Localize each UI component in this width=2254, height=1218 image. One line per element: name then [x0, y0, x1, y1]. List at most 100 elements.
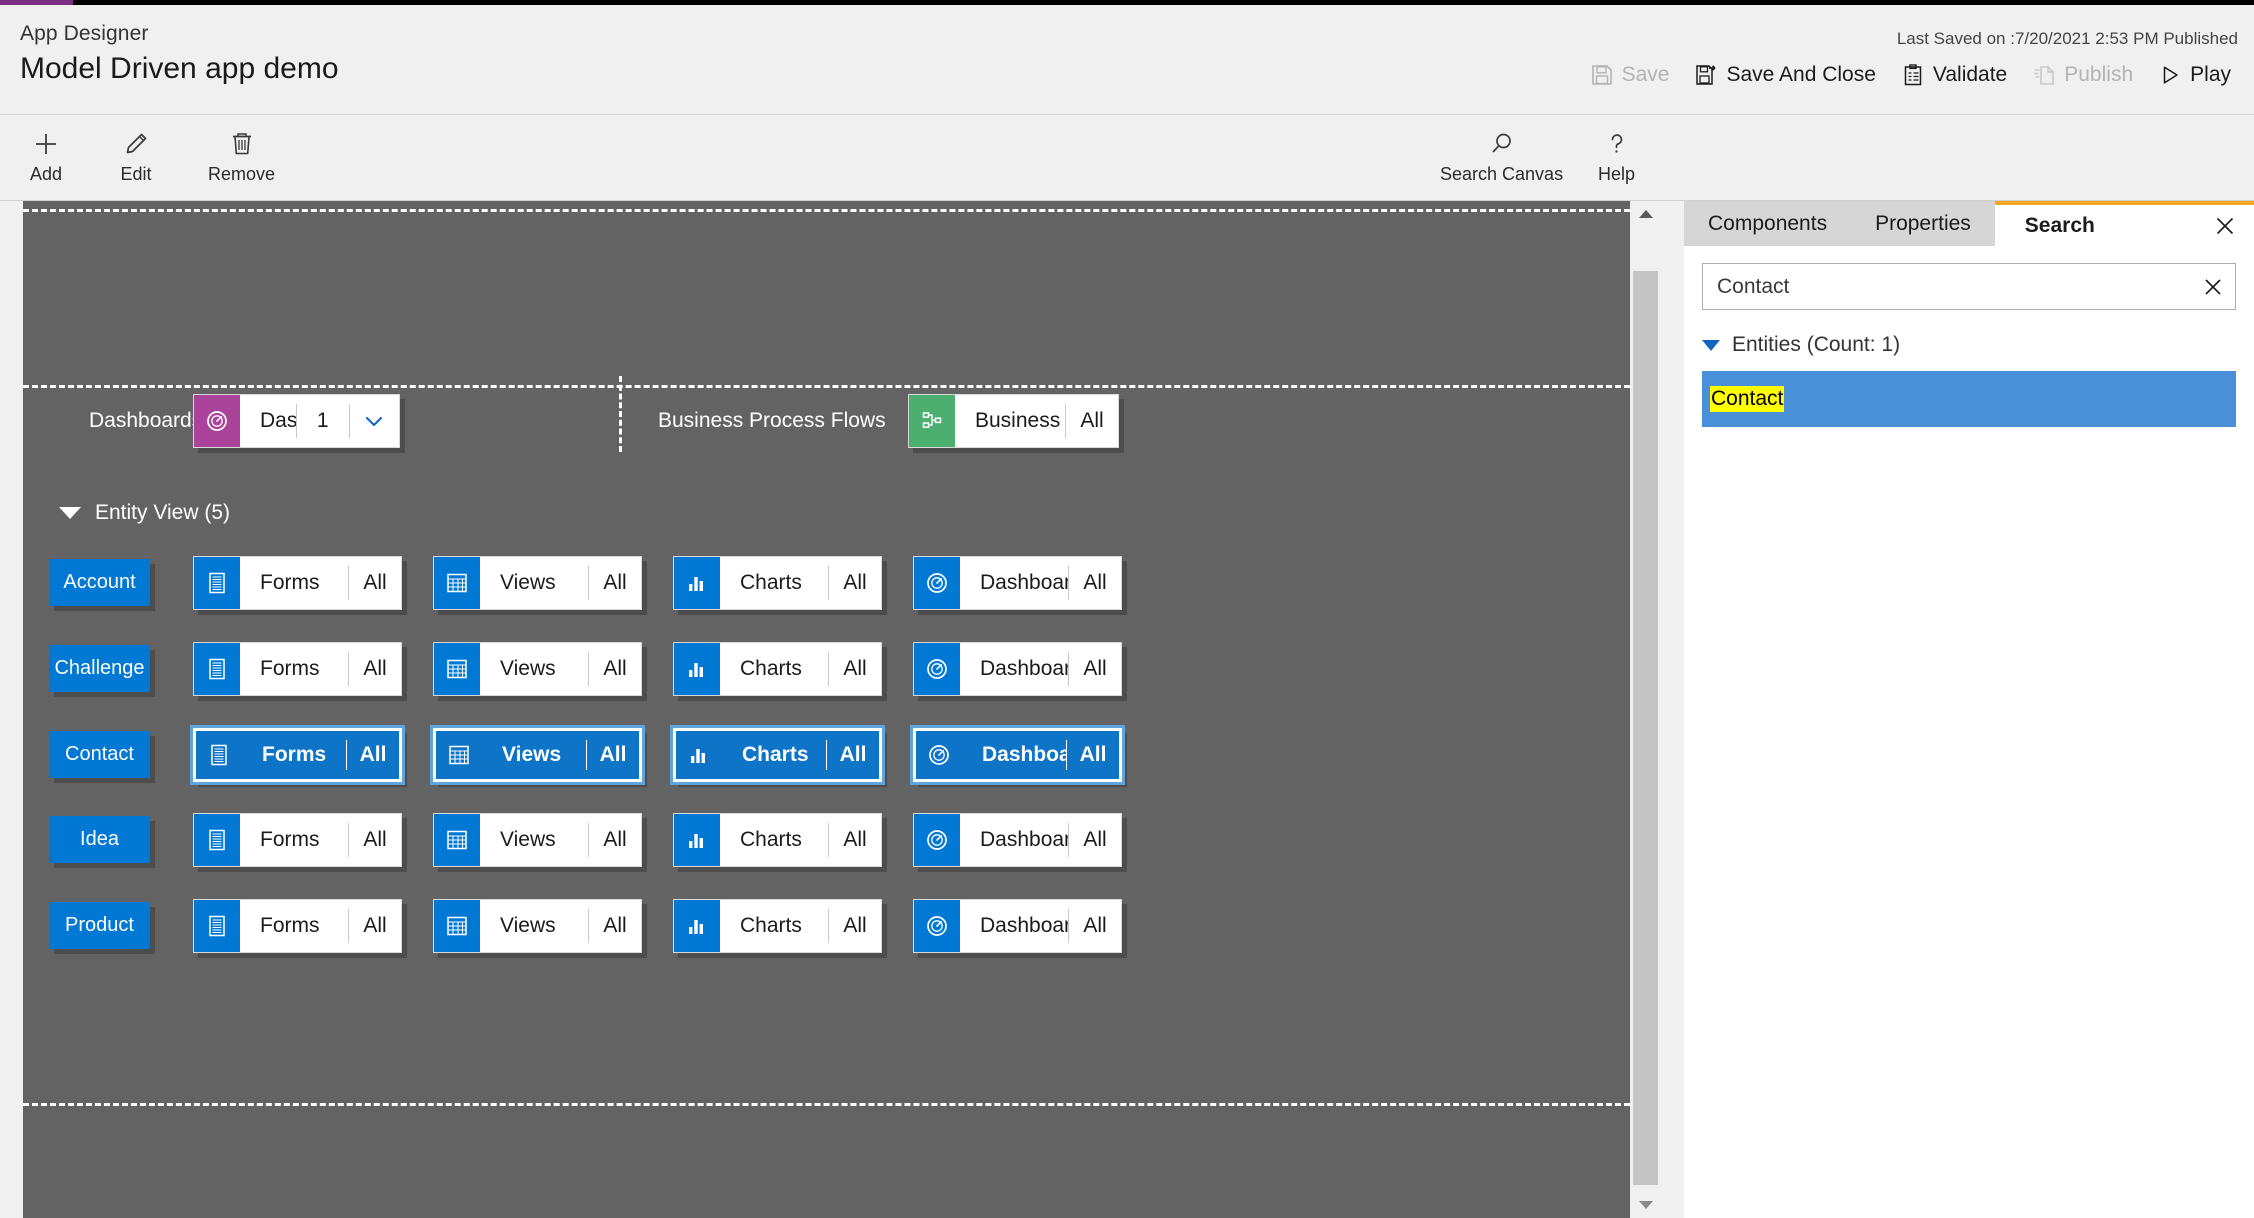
component-tile-contact-forms[interactable]: Forms All	[190, 725, 405, 785]
entity-button-account[interactable]: Account	[49, 559, 150, 606]
search-result-item[interactable]: Contact	[1702, 371, 2236, 427]
component-tile-product-forms[interactable]: Forms All	[193, 899, 402, 953]
dashboard-gauge-icon	[914, 643, 960, 695]
remove-button[interactable]: Remove	[196, 124, 287, 188]
component-tile-contact-dashboards[interactable]: Dashboards All	[910, 725, 1125, 785]
forms-icon	[194, 900, 240, 952]
close-icon[interactable]	[2214, 215, 2236, 237]
dashboard-gauge-icon	[914, 557, 960, 609]
component-tile-idea-charts[interactable]: Charts All	[673, 813, 882, 867]
views-grid-icon	[434, 643, 480, 695]
component-tile-product-views[interactable]: Views All	[433, 899, 642, 953]
scrollbar-up-arrow[interactable]	[1630, 201, 1661, 227]
add-button[interactable]: Add	[18, 124, 74, 188]
entity-button-contact[interactable]: Contact	[49, 731, 150, 778]
tab-search[interactable]: Search	[1994, 201, 2254, 246]
search-input[interactable]	[1703, 274, 2191, 299]
component-tile-challenge-forms[interactable]: Forms All	[193, 642, 402, 696]
entity-button-label: Idea	[80, 828, 119, 850]
component-tile-account-views[interactable]: Views All	[433, 556, 642, 610]
tab-components-label: Components	[1708, 211, 1828, 235]
component-tile-label: Charts	[740, 914, 802, 937]
component-tile-product-charts[interactable]: Charts All	[673, 899, 882, 953]
entity-button-challenge[interactable]: Challenge	[49, 645, 150, 692]
component-tile-product-dashboards[interactable]: Dashboards All	[913, 899, 1122, 953]
tab-properties[interactable]: Properties	[1851, 201, 1995, 246]
component-tile-idea-forms[interactable]: Forms All	[193, 813, 402, 867]
component-tile-account-dashboards[interactable]: Dashboards All	[913, 556, 1122, 610]
save-button[interactable]: Save	[1578, 57, 1683, 93]
component-tile-contact-charts[interactable]: Charts All	[670, 725, 885, 785]
clear-x-icon[interactable]	[2191, 276, 2235, 298]
component-tile-account-forms[interactable]: Forms All	[193, 556, 402, 610]
dashboard-gauge-icon	[914, 814, 960, 866]
component-tile-label: Forms	[260, 571, 320, 594]
edit-button[interactable]: Edit	[108, 124, 164, 188]
views-grid-icon	[434, 900, 480, 952]
component-tile-contact-views[interactable]: Views All	[430, 725, 645, 785]
entities-group-toggle[interactable]: Entities (Count: 1)	[1702, 333, 2236, 357]
canvas-divider-top	[23, 209, 1630, 212]
component-tile-label: Views	[502, 743, 562, 766]
entity-view-toggle[interactable]: Entity View (5)	[59, 501, 230, 525]
entity-button-label: Product	[65, 914, 134, 936]
scrollbar-thumb[interactable]	[1633, 271, 1658, 1185]
app-header: App Designer Model Driven app demo Last …	[0, 5, 2254, 115]
search-result-label: Contact	[1710, 386, 1785, 412]
canvas-toolbar: Add Edit Remove Search Canvas Help	[0, 116, 2254, 201]
component-tile-count: All	[1083, 571, 1107, 594]
charts-bar-icon	[674, 643, 720, 695]
component-tile-count: All	[363, 571, 387, 594]
component-tile-count: All	[1083, 914, 1107, 937]
component-tile-challenge-charts[interactable]: Charts All	[673, 642, 882, 696]
right-side-panel: Components Properties Search Entities (C…	[1684, 201, 2254, 1218]
views-grid-icon	[436, 731, 482, 779]
component-tile-label: Views	[500, 914, 556, 937]
publish-button[interactable]: Publish	[2020, 57, 2146, 93]
component-tile-idea-dashboards[interactable]: Dashboards All	[913, 813, 1122, 867]
component-tile-count: All	[1079, 743, 1107, 766]
component-tile-label: Forms	[260, 828, 320, 851]
panel-tab-strip: Components Properties Search	[1684, 201, 2254, 246]
search-field-container[interactable]	[1702, 263, 2236, 310]
component-tile-challenge-dashboards[interactable]: Dashboards All	[913, 642, 1122, 696]
chevron-down-icon	[1638, 1201, 1653, 1209]
search-icon	[1488, 128, 1516, 160]
component-tile-count: All	[843, 828, 867, 851]
save-and-close-button[interactable]: Save And Close	[1682, 57, 1888, 93]
business-process-flows-tile[interactable]: Business Proces... All	[908, 394, 1119, 448]
search-canvas-button[interactable]: Search Canvas	[1428, 124, 1575, 188]
canvas-scrollbar[interactable]	[1630, 201, 1661, 1218]
save-button-label: Save	[1621, 63, 1670, 86]
play-triangle-icon	[2159, 64, 2181, 86]
entity-button-product[interactable]: Product	[49, 902, 150, 949]
publish-label: Publish	[2064, 63, 2134, 86]
dashboards-section-label: Dashboards	[89, 409, 203, 432]
component-tile-label: Charts	[740, 571, 802, 594]
validate-button[interactable]: Validate	[1889, 57, 2020, 93]
search-results-list: Contact	[1702, 371, 2236, 427]
component-tile-idea-views[interactable]: Views All	[433, 813, 642, 867]
scrollbar-down-arrow[interactable]	[1630, 1192, 1661, 1218]
component-tile-account-charts[interactable]: Charts All	[673, 556, 882, 610]
dashboard-gauge-icon	[914, 900, 960, 952]
play-button[interactable]: Play	[2146, 57, 2244, 93]
entity-button-idea[interactable]: Idea	[49, 816, 150, 863]
component-tile-label: Views	[500, 828, 556, 851]
component-tile-count: All	[363, 914, 387, 937]
page-title: Model Driven app demo	[20, 52, 339, 85]
tab-components[interactable]: Components	[1684, 201, 1851, 246]
chevron-down-icon	[1702, 339, 1720, 351]
help-button[interactable]: Help	[1586, 124, 1647, 188]
component-tile-count: All	[1083, 657, 1107, 680]
component-tile-challenge-views[interactable]: Views All	[433, 642, 642, 696]
forms-icon	[194, 557, 240, 609]
component-tile-label: Dashboards	[980, 571, 1069, 594]
pencil-icon	[122, 128, 150, 160]
component-tile-label: Charts	[740, 657, 802, 680]
dashboard-gauge-icon	[194, 395, 240, 447]
entity-button-label: Contact	[65, 743, 134, 765]
dashboards-tile[interactable]: Dashboards 1	[193, 394, 400, 448]
canvas-divider-vertical	[619, 376, 622, 452]
chevron-down-icon[interactable]	[349, 395, 399, 447]
